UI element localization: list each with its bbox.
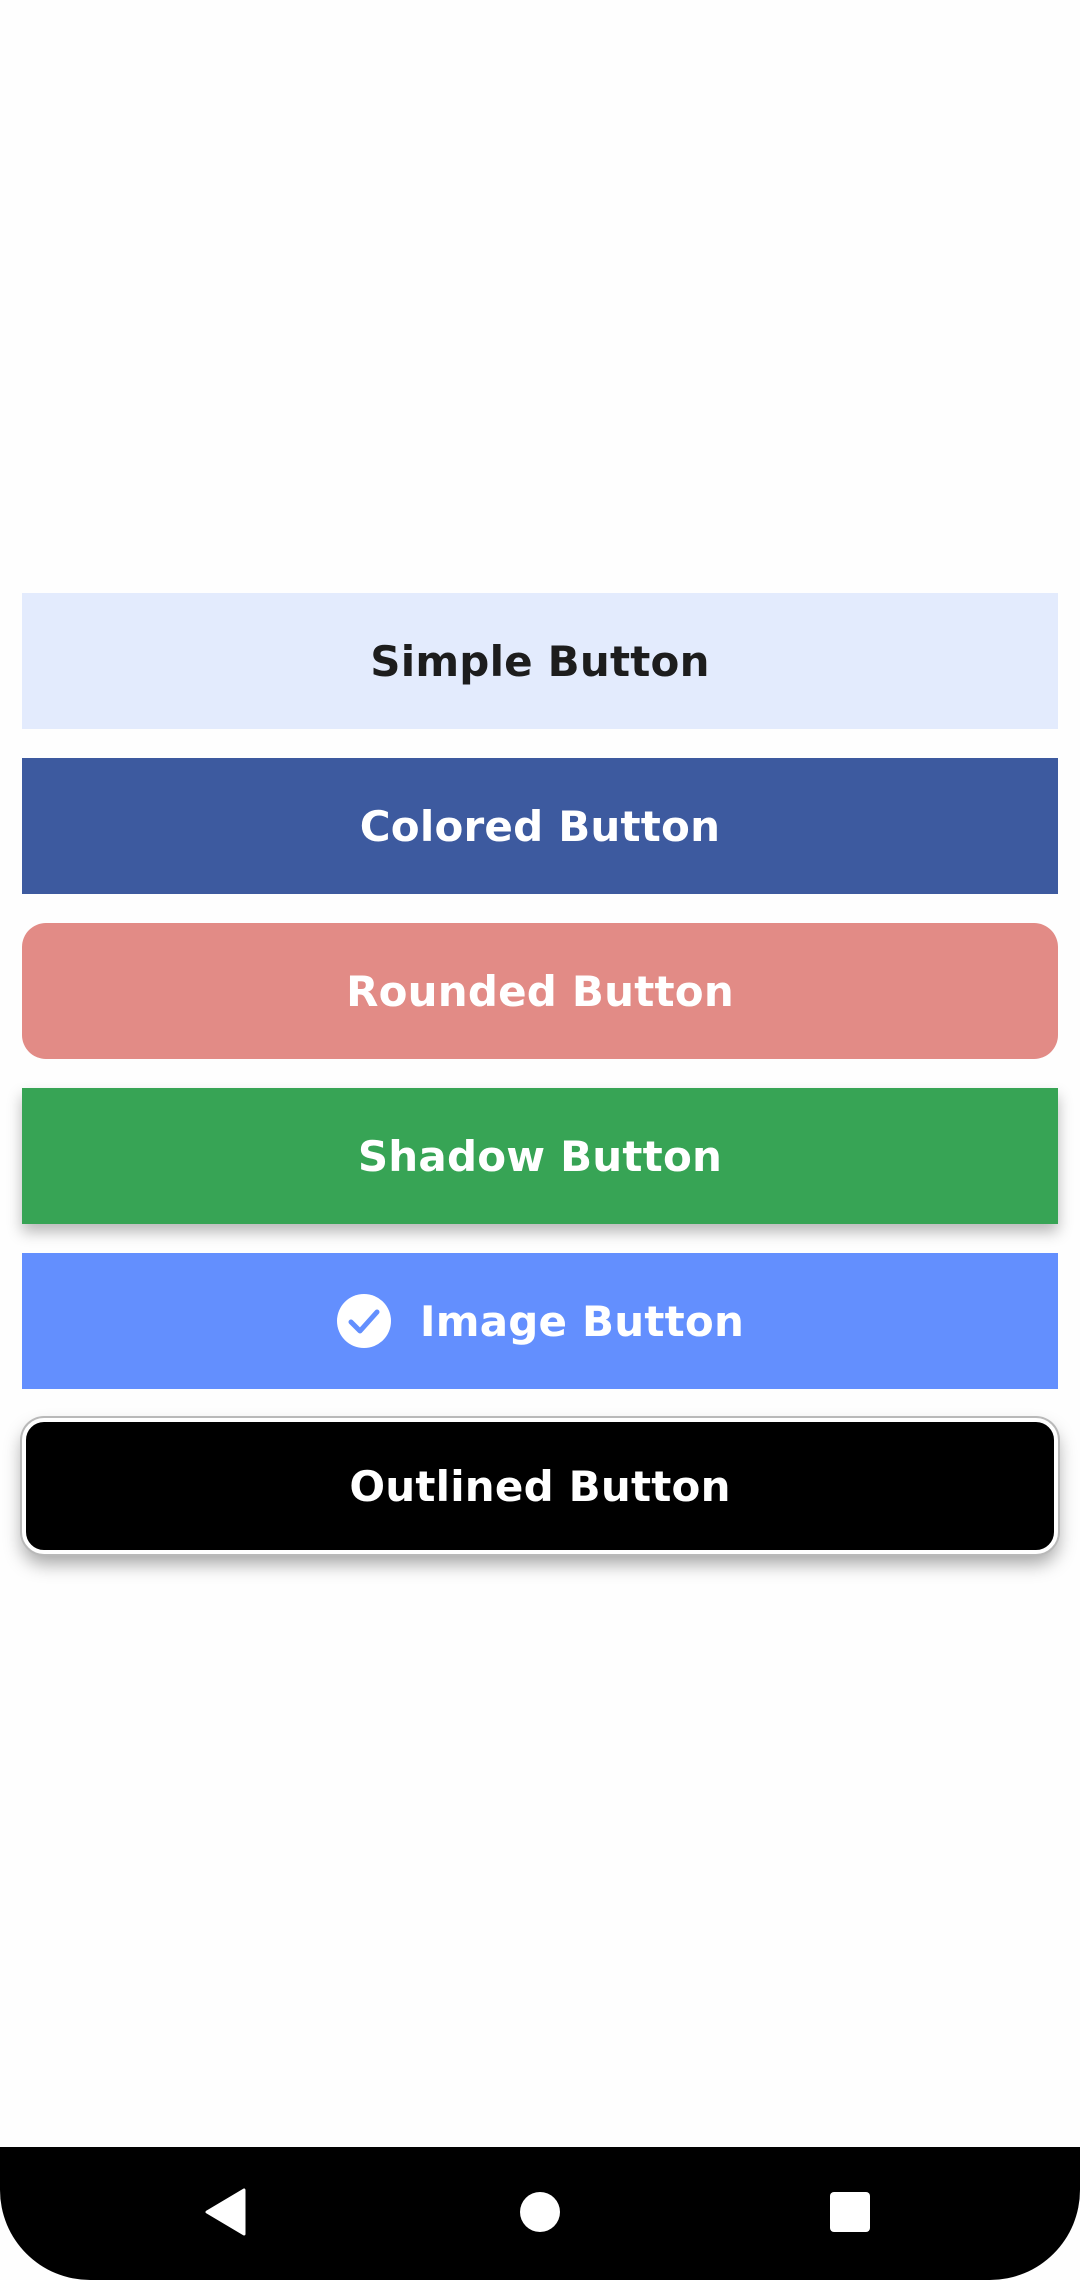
check-circle-icon — [336, 1293, 392, 1349]
colored-button-label: Colored Button — [359, 801, 721, 851]
image-button-label: Image Button — [419, 1296, 745, 1346]
navigation-bar — [0, 2147, 1080, 2280]
shadow-button-label: Shadow Button — [357, 1131, 723, 1181]
shadow-button[interactable]: Shadow Button — [22, 1088, 1058, 1224]
rounded-button[interactable]: Rounded Button — [22, 923, 1058, 1059]
outlined-button-label: Outlined Button — [349, 1461, 731, 1511]
image-button[interactable]: Image Button — [22, 1253, 1058, 1389]
screen: Simple Button Colored Button Rounded But… — [0, 0, 1080, 2280]
home-icon — [519, 2191, 561, 2237]
home-button[interactable] — [480, 2147, 600, 2280]
simple-button[interactable]: Simple Button — [22, 593, 1058, 729]
outlined-button[interactable]: Outlined Button — [22, 1418, 1058, 1554]
simple-button-label: Simple Button — [370, 636, 710, 686]
recents-button[interactable] — [790, 2147, 910, 2280]
recents-icon — [829, 2191, 871, 2237]
back-icon — [204, 2188, 248, 2240]
colored-button[interactable]: Colored Button — [22, 758, 1058, 894]
rounded-button-label: Rounded Button — [346, 966, 734, 1016]
back-button[interactable] — [166, 2147, 286, 2280]
